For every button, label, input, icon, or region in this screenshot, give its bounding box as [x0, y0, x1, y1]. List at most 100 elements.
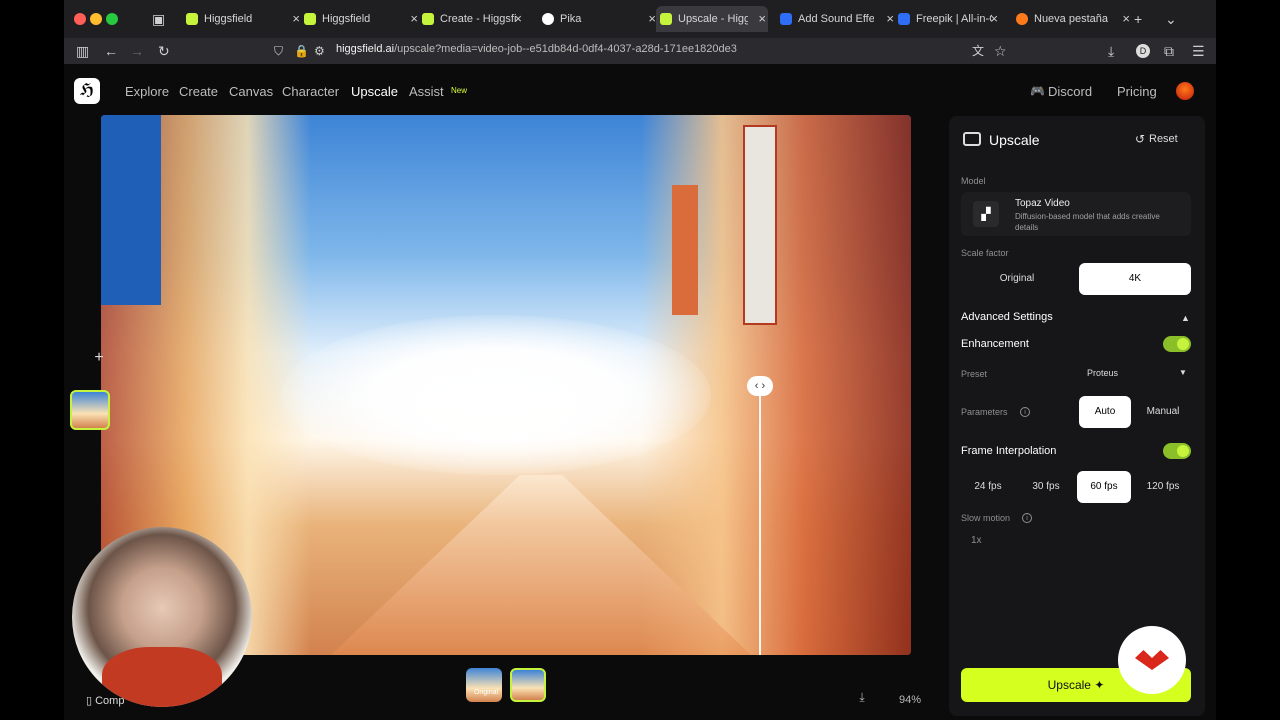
tab-3[interactable]: Create - Higgsfield ×: [422, 6, 538, 32]
reload-icon[interactable]: ↻: [158, 42, 170, 60]
close-tab-icon[interactable]: ×: [292, 11, 300, 26]
app-header: ℌ Explore Create Canvas Character Upscal…: [64, 64, 1216, 114]
param-auto-button[interactable]: Auto: [1079, 396, 1131, 428]
model-description: Diffusion-based model that adds creative…: [1015, 212, 1160, 232]
download-result-icon[interactable]: ⤓: [850, 690, 874, 710]
collapse-caret-icon[interactable]: ▲: [1181, 313, 1190, 323]
preset-dropdown-icon[interactable]: ▼: [1179, 368, 1187, 377]
tab-6[interactable]: Add Sound Effects ×: [780, 6, 896, 32]
scale-4k-button[interactable]: 4K: [1079, 263, 1191, 295]
pika-favicon-icon: [542, 13, 554, 25]
tab-list-chevron-icon[interactable]: ⌄: [1165, 10, 1177, 28]
close-tab-icon[interactable]: ×: [1122, 11, 1130, 26]
discord-link[interactable]: Discord: [1048, 84, 1092, 99]
enhancement-label: Enhancement: [961, 338, 1029, 350]
freepik-favicon-icon: [898, 13, 910, 25]
extensions-icon[interactable]: ⧉: [1164, 42, 1174, 60]
permissions-icon[interactable]: ⚙: [314, 42, 325, 60]
preset-select[interactable]: Proteus: [1087, 368, 1118, 378]
model-selector[interactable]: ▞ Topaz Video Diffusion-based model that…: [961, 192, 1191, 236]
reset-icon[interactable]: ↺: [1135, 132, 1145, 146]
fps-60-button[interactable]: 60 fps: [1077, 471, 1131, 503]
reset-button[interactable]: Reset: [1149, 133, 1178, 145]
navigation-bar: ▥ ← → ↻ ⛉ 🔒 ⚙ higgsfield.ai/upscale?medi…: [64, 38, 1216, 64]
zoom-window-button[interactable]: [106, 13, 118, 25]
menu-icon[interactable]: ☰: [1192, 42, 1205, 60]
sparkle-icon: ✦: [1094, 678, 1105, 692]
shield-icon[interactable]: ⛉: [274, 42, 283, 60]
nav-character[interactable]: Character: [282, 84, 339, 99]
frame-interpolation-toggle[interactable]: [1163, 443, 1191, 459]
model-label: Model: [961, 176, 986, 186]
download-icon[interactable]: ⤓: [1108, 42, 1114, 60]
enhancement-toggle[interactable]: [1163, 336, 1191, 352]
user-avatar[interactable]: [1176, 82, 1194, 100]
minimize-window-button[interactable]: [90, 13, 102, 25]
slow-motion-input[interactable]: 1x: [961, 530, 1191, 552]
pricing-link[interactable]: Pricing: [1117, 84, 1157, 99]
compare-divider[interactable]: [759, 380, 761, 655]
close-tab-icon[interactable]: ×: [990, 11, 998, 26]
back-icon[interactable]: ←: [104, 42, 118, 60]
fps-24-button[interactable]: 24 fps: [961, 471, 1015, 503]
discord-icon[interactable]: 🎮: [1030, 84, 1045, 98]
close-tab-icon[interactable]: ×: [648, 11, 656, 26]
compare-label: Comp: [95, 695, 125, 707]
tab-title: Upscale - Higgsfield: [678, 13, 748, 25]
new-tab-icon[interactable]: +: [1134, 10, 1142, 28]
firefox-favicon-icon: [1016, 13, 1028, 25]
tab-7[interactable]: Freepik | All-in-One ×: [898, 6, 1014, 32]
close-tab-icon[interactable]: ×: [410, 11, 418, 26]
nav-upscale[interactable]: Upscale: [351, 84, 398, 99]
info-icon[interactable]: i: [1020, 407, 1030, 417]
tab-overview-icon[interactable]: ▣: [152, 10, 165, 28]
close-tab-icon[interactable]: ×: [514, 11, 522, 26]
upscale-button-label: Upscale: [1047, 678, 1091, 692]
frame-interpolation-label: Frame Interpolation: [961, 445, 1057, 457]
close-tab-icon[interactable]: ×: [758, 11, 766, 26]
forward-icon[interactable]: →: [130, 42, 144, 60]
sidebar-toggle-icon[interactable]: ▥: [76, 42, 89, 60]
higgsfield-favicon-icon: [186, 13, 198, 25]
bookmark-star-icon[interactable]: ☆: [994, 42, 1007, 60]
nav-canvas[interactable]: Canvas: [229, 84, 273, 99]
address-bar[interactable]: higgsfield.ai/upscale?media=video-job--e…: [336, 43, 737, 55]
fps-120-button[interactable]: 120 fps: [1135, 471, 1191, 503]
compare-toggle[interactable]: ▯ Comp: [86, 694, 124, 707]
higgsfield-logo-icon[interactable]: ℌ: [74, 78, 100, 104]
close-window-button[interactable]: [74, 13, 86, 25]
profile-icon[interactable]: D: [1136, 44, 1150, 58]
add-media-button[interactable]: +: [81, 345, 117, 371]
tab-5-active[interactable]: Upscale - Higgsfield ×: [656, 6, 768, 32]
translate-icon[interactable]: 文: [972, 42, 984, 60]
nav-assist[interactable]: Assist: [409, 84, 444, 99]
tab-title: Pika: [560, 13, 582, 25]
tab-title: Create - Higgsfield: [440, 13, 516, 25]
nav-explore[interactable]: Explore: [125, 84, 169, 99]
close-tab-icon[interactable]: ×: [886, 11, 894, 26]
model-name: Topaz Video: [1015, 198, 1070, 209]
advanced-settings-header[interactable]: Advanced Settings: [961, 311, 1053, 323]
compare-handle-icon[interactable]: ‹ ›: [747, 376, 773, 396]
nav-create[interactable]: Create: [179, 84, 218, 99]
fps-30-button[interactable]: 30 fps: [1019, 471, 1073, 503]
higgsfield-favicon-icon: [422, 13, 434, 25]
slow-motion-label: Slow motion: [961, 513, 1011, 523]
preview-scene: [743, 125, 777, 325]
tab-2[interactable]: Higgsfield ×: [304, 6, 420, 32]
zoom-level[interactable]: 94%: [899, 694, 921, 706]
higgsfield-favicon-icon: [304, 13, 316, 25]
scale-original-button[interactable]: Original: [961, 263, 1073, 295]
media-thumbnail[interactable]: [70, 390, 110, 430]
lock-icon[interactable]: 🔒: [294, 42, 309, 60]
tab-1[interactable]: Higgsfield ×: [186, 6, 302, 32]
webcam-overlay: [72, 527, 252, 707]
upscale-panel: Upscale ↺ Reset Model ▞ Topaz Video Diff…: [949, 116, 1205, 716]
upscaled-thumbnail[interactable]: [510, 668, 546, 702]
tab-8[interactable]: Nueva pestaña ×: [1016, 6, 1132, 32]
original-thumbnail[interactable]: [466, 668, 502, 702]
preview-scene: [281, 315, 711, 475]
tab-4[interactable]: Pika ×: [542, 6, 658, 32]
param-manual-button[interactable]: Manual: [1135, 396, 1191, 428]
info-icon[interactable]: i: [1022, 513, 1032, 523]
